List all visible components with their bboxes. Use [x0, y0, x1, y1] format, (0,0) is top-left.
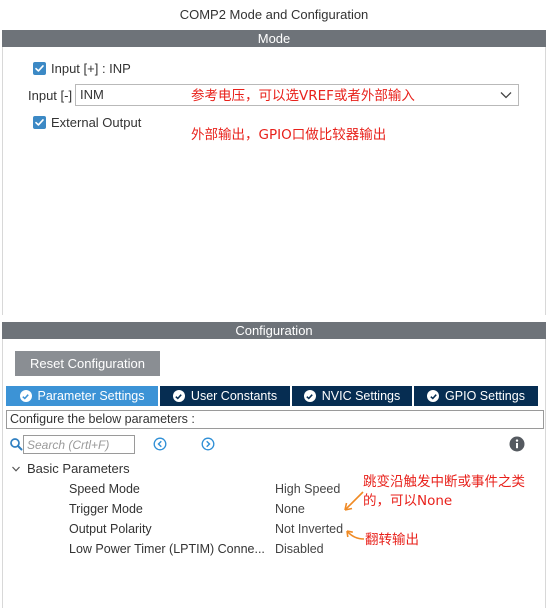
check-circle-icon [19, 390, 32, 402]
expand-chevron-icon[interactable] [11, 464, 21, 474]
mode-panel: Input [+] : INP Input [-] INM External O… [2, 47, 546, 315]
trigger-annotation-line2: 的，可以None [363, 493, 453, 509]
param-name: Low Power Timer (LPTIM) Conne... [69, 542, 265, 556]
param-name: Speed Mode [69, 482, 140, 496]
external-output-label: External Output [51, 115, 142, 130]
tab-parameter-settings[interactable]: Parameter Settings [6, 386, 158, 406]
configure-instructions: Configure the below parameters : [6, 410, 544, 429]
external-output-row[interactable]: External Output [33, 115, 141, 130]
search-input[interactable] [23, 435, 135, 454]
basic-parameters-group[interactable]: Basic Parameters [11, 461, 130, 476]
window-title: COMP2 Mode and Configuration [0, 0, 548, 30]
param-name: Trigger Mode [69, 502, 143, 516]
param-row-output-polarity[interactable]: Output Polarity Not Inverted [69, 522, 369, 542]
tab-label: Parameter Settings [37, 389, 145, 403]
search-icon [10, 438, 23, 451]
param-row-lptim-connection[interactable]: Low Power Timer (LPTIM) Conne... Disable… [69, 542, 369, 562]
gpio-annotation: 外部输出，GPIO口做比较器输出 [191, 127, 387, 143]
arrow-right-circle-icon[interactable] [201, 437, 215, 451]
param-value: Disabled [275, 542, 324, 556]
trigger-annotation-line1: 跳变沿触发中断或事件之类 [363, 474, 525, 490]
input-plus-row[interactable]: Input [+] : INP [33, 61, 131, 76]
param-row-speed-mode[interactable]: Speed Mode High Speed [69, 482, 369, 502]
param-name: Output Polarity [69, 522, 152, 536]
arrow-icon [346, 530, 365, 540]
arrow-icon [344, 491, 364, 511]
comp2-config-window: COMP2 Mode and Configuration Mode Input … [0, 0, 548, 608]
tab-nvic-settings[interactable]: NVIC Settings [292, 386, 412, 406]
tab-label: User Constants [190, 389, 278, 403]
check-circle-icon [303, 390, 316, 402]
tab-label: NVIC Settings [321, 389, 401, 403]
checkbox-checked-icon[interactable] [33, 116, 46, 129]
param-value: Not Inverted [275, 522, 344, 536]
check-circle-icon [172, 390, 185, 402]
chevron-down-icon [500, 92, 512, 99]
tab-gpio-settings[interactable]: GPIO Settings [414, 386, 538, 406]
mode-section-header: Mode [2, 30, 546, 47]
param-value: High Speed [275, 482, 341, 496]
param-value: None [275, 502, 305, 516]
tab-label: GPIO Settings [445, 389, 525, 403]
section-divider [0, 315, 548, 322]
reset-configuration-button[interactable]: Reset Configuration [15, 351, 160, 376]
info-icon[interactable] [509, 436, 525, 452]
input-minus-label: Input [-] [28, 88, 73, 103]
checkbox-checked-icon[interactable] [33, 62, 46, 75]
input-plus-label: Input [+] : INP [51, 61, 131, 76]
config-tabs: Parameter Settings User Constants NVIC S… [6, 386, 544, 406]
check-circle-icon [427, 390, 440, 402]
configuration-panel: Reset Configuration Parameter Settings U… [2, 339, 546, 608]
param-row-trigger-mode[interactable]: Trigger Mode None [69, 502, 369, 522]
arrow-left-circle-icon[interactable] [153, 437, 167, 451]
input-minus-value: INM [80, 87, 104, 102]
configuration-section-header: Configuration [2, 322, 546, 339]
polarity-annotation: 翻转输出 [365, 532, 419, 548]
group-label: Basic Parameters [27, 461, 130, 476]
vref-annotation: 参考电压，可以选VREF或者外部输入 [191, 88, 415, 104]
tab-user-constants[interactable]: User Constants [160, 386, 290, 406]
